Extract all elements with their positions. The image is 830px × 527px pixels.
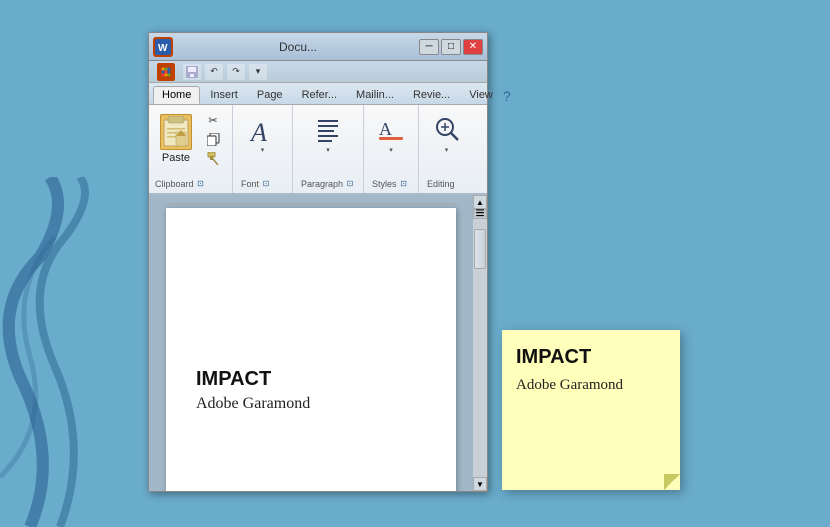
font-group: A ▾ Font ⊡	[233, 105, 293, 193]
clipboard-group-footer: Clipboard ⊡	[153, 179, 226, 193]
office-button[interactable]	[157, 63, 175, 81]
doc-garamond-text: Adobe Garamond	[196, 395, 426, 413]
paragraph-dropdown-arrow[interactable]: ▾	[326, 146, 330, 154]
window-title: Docu...	[177, 40, 419, 54]
editing-button[interactable]: ▾	[426, 109, 468, 155]
styles-button[interactable]: A ▾	[370, 109, 412, 155]
paragraph-expand-button[interactable]: ⊡	[345, 179, 355, 189]
redo-quick-button[interactable]: ↷	[227, 64, 245, 80]
font-icon: A	[247, 114, 279, 146]
document-page: IMPACT Adobe Garamond	[166, 208, 456, 491]
tab-home[interactable]: Home	[153, 86, 200, 104]
styles-expand-button[interactable]: ⊡	[399, 179, 409, 189]
paste-button[interactable]: Paste	[153, 109, 199, 169]
paragraph-label: Paragraph ⊡	[301, 179, 355, 191]
paste-label: Paste	[162, 152, 190, 164]
editing-dropdown-arrow[interactable]: ▾	[445, 146, 449, 154]
maximize-button[interactable]: □	[441, 39, 461, 55]
clipboard-small-buttons: ✂	[201, 111, 226, 167]
scroll-down-button[interactable]: ▼	[473, 477, 487, 491]
sticky-fold	[664, 474, 680, 490]
sticky-note: IMPACT Adobe Garamond	[502, 330, 680, 490]
clipboard-buttons: Paste ✂	[153, 109, 226, 179]
word-window: W Docu... ─ □ ✕	[148, 32, 488, 492]
ribbon-body: Paste ✂	[149, 105, 487, 195]
document-scroll: IMPACT Adobe Garamond	[149, 195, 473, 491]
tab-view[interactable]: View	[460, 86, 502, 104]
tab-mailings[interactable]: Mailin...	[347, 86, 403, 104]
help-button[interactable]: ?	[503, 88, 511, 104]
styles-group-footer: Styles ⊡	[370, 179, 412, 193]
sticky-impact-text: IMPACT	[516, 346, 666, 369]
paragraph-group-footer: Paragraph ⊡	[299, 179, 357, 193]
quick-access-toolbar: ↶ ↷ ▾	[149, 61, 487, 83]
paste-icon	[160, 114, 192, 150]
cut-icon: ✂	[205, 113, 221, 127]
title-bar: W Docu... ─ □ ✕	[149, 33, 487, 61]
tab-insert[interactable]: Insert	[201, 86, 247, 104]
copy-button[interactable]	[201, 130, 226, 148]
paragraph-icon	[312, 114, 344, 146]
editing-group-footer: Editing	[425, 179, 468, 193]
tab-review[interactable]: Revie...	[404, 86, 459, 104]
tab-page[interactable]: Page	[248, 86, 292, 104]
clipboard-expand-button[interactable]: ⊡	[196, 179, 206, 189]
svg-text:A: A	[249, 118, 267, 145]
scrollbar-thumb[interactable]	[474, 229, 486, 269]
undo-quick-button[interactable]: ↶	[205, 64, 223, 80]
paragraph-buttons: ▾	[307, 109, 349, 179]
scroll-split[interactable]: ≡	[473, 209, 487, 219]
copy-icon	[205, 132, 221, 146]
paragraph-group: ▾ Paragraph ⊡	[293, 105, 364, 193]
scrollbar-track	[473, 219, 487, 477]
styles-buttons: A ▾	[370, 109, 412, 179]
editing-label: Editing	[427, 179, 455, 191]
clipboard-label: Clipboard ⊡	[155, 179, 206, 191]
clipboard-group: Paste ✂	[149, 105, 233, 193]
quick-access-dropdown[interactable]: ▾	[249, 64, 267, 80]
vertical-scrollbar: ▲ ≡ ▼	[473, 195, 487, 491]
font-group-footer: Font ⊡	[239, 179, 286, 193]
minimize-button[interactable]: ─	[419, 39, 439, 55]
save-quick-button[interactable]	[183, 64, 201, 80]
paragraph-button[interactable]: ▾	[307, 109, 349, 155]
svg-text:W: W	[158, 43, 168, 54]
format-painter-button[interactable]	[201, 149, 226, 167]
doc-impact-text: IMPACT	[196, 368, 426, 391]
svg-text:A: A	[379, 119, 392, 139]
word-icon: W	[153, 37, 173, 57]
editing-buttons: ▾	[426, 109, 468, 179]
ribbon-tabs: Home Insert Page Refer... Mailin... Revi…	[149, 83, 487, 105]
styles-dropdown-arrow[interactable]: ▾	[389, 146, 393, 154]
sticky-garamond-text: Adobe Garamond	[516, 377, 666, 394]
ruler	[166, 203, 456, 204]
doc-top-space	[196, 248, 426, 368]
editing-icon	[431, 114, 463, 146]
font-label: Font ⊡	[241, 179, 271, 191]
format-painter-icon	[205, 151, 221, 165]
cut-button[interactable]: ✂	[201, 111, 226, 129]
font-button[interactable]: A ▾	[242, 109, 284, 155]
editing-group: ▾ Editing	[419, 105, 474, 193]
styles-group: A ▾ Styles ⊡	[364, 105, 419, 193]
font-dropdown-arrow[interactable]: ▾	[261, 146, 265, 154]
tab-refer[interactable]: Refer...	[293, 86, 346, 104]
document-area: IMPACT Adobe Garamond ▲ ≡ ▼	[149, 195, 487, 491]
styles-label: Styles ⊡	[372, 179, 409, 191]
styles-icon: A	[375, 114, 407, 146]
font-buttons: A ▾	[242, 109, 284, 179]
font-expand-button[interactable]: ⊡	[261, 179, 271, 189]
window-controls: ─ □ ✕	[419, 39, 483, 55]
close-button[interactable]: ✕	[463, 39, 483, 55]
